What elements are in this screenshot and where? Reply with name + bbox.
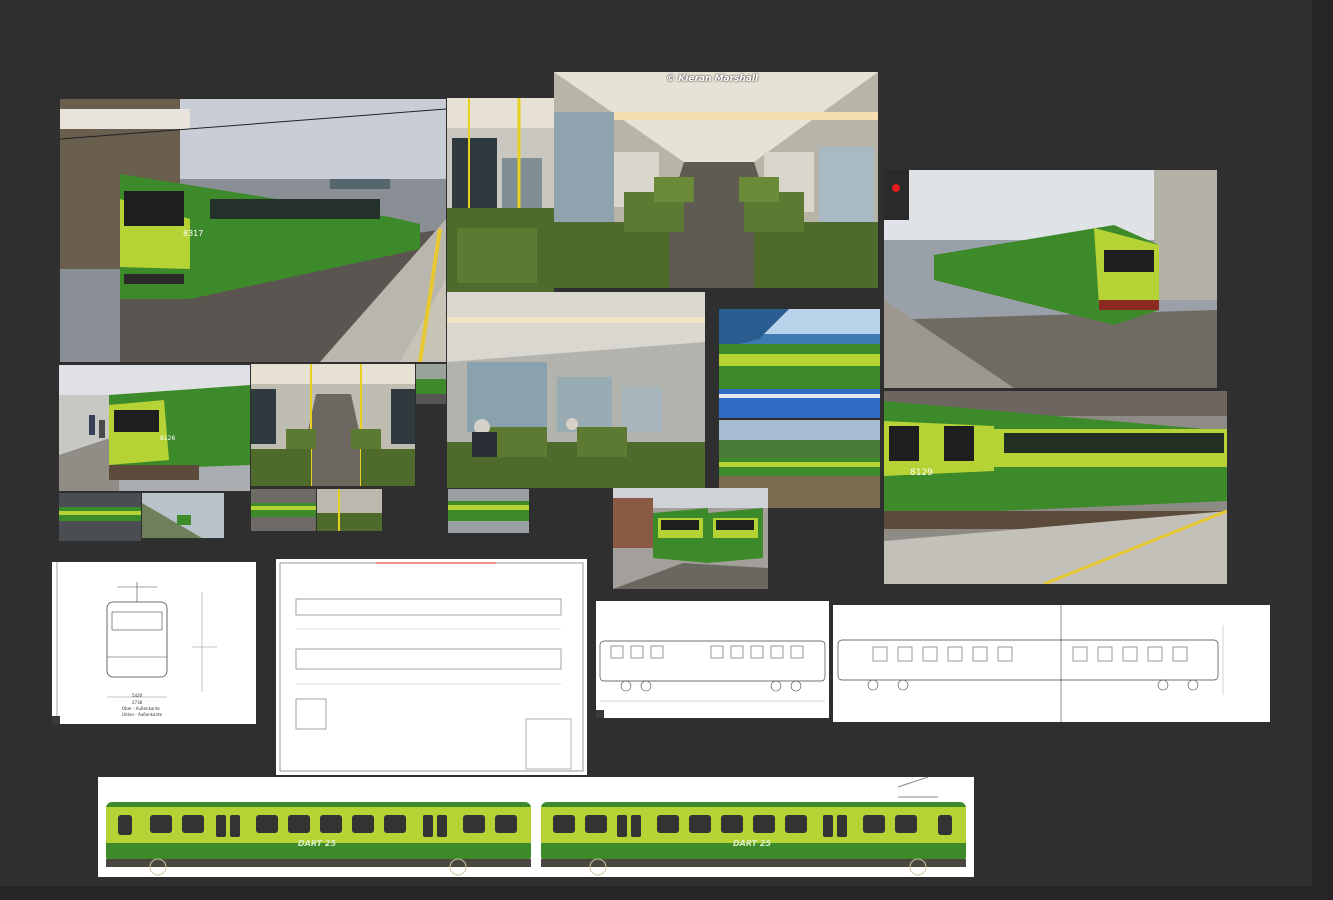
drawing-dimension-label: 2738 bbox=[132, 700, 143, 705]
photo-interior-passengers[interactable] bbox=[447, 292, 705, 488]
photo-thumb-platform[interactable] bbox=[251, 489, 316, 531]
photo-thumb-station[interactable] bbox=[59, 493, 141, 541]
drawing-note-label: Ober - Außenkante bbox=[122, 706, 160, 711]
unit-number-label: 8317 bbox=[183, 229, 204, 238]
livery-logo-text: DART 25 bbox=[298, 839, 337, 848]
resize-handle[interactable] bbox=[52, 716, 60, 724]
photo-credit: © Kieran Marshall bbox=[666, 74, 758, 84]
unit-number-label: 8129 bbox=[910, 468, 933, 478]
drawing-side-elevation-b[interactable] bbox=[833, 605, 1270, 722]
resize-handle[interactable] bbox=[596, 710, 604, 718]
photo-interior-aisle-left[interactable] bbox=[447, 98, 554, 293]
photo-train-8317-platform[interactable]: 8317 bbox=[60, 99, 446, 362]
drawing-dimension-label: 5420 bbox=[132, 693, 143, 698]
photo-train-modern-building[interactable] bbox=[719, 309, 880, 418]
moodboard-canvas[interactable]: 8317 © Kieran Marshall 8126 8129 5420 27… bbox=[0, 0, 1312, 886]
livery-logo-text: DART 25 bbox=[733, 839, 772, 848]
photo-thumb-train-side[interactable] bbox=[448, 489, 529, 533]
drawing-front-elevation[interactable]: 5420 2738 Ober - Außenkante Unten - Auße… bbox=[52, 562, 256, 724]
render-livery-side[interactable]: DART 25 DART 25 bbox=[98, 777, 974, 877]
drawing-note-label: Unten - Außenkante bbox=[122, 712, 163, 717]
photo-train-station-signal[interactable] bbox=[884, 170, 1217, 388]
photo-train-8126[interactable]: 8126 bbox=[59, 365, 250, 491]
vertical-scrollbar[interactable] bbox=[1312, 0, 1333, 900]
drawing-general-arrangement[interactable] bbox=[276, 559, 587, 775]
photo-interior-credited[interactable]: © Kieran Marshall bbox=[554, 72, 878, 288]
horizontal-scrollbar[interactable] bbox=[0, 886, 1312, 900]
unit-number-label: 8126 bbox=[160, 435, 176, 442]
photo-two-trains[interactable] bbox=[613, 488, 768, 589]
photo-interior-aisle-small[interactable] bbox=[251, 364, 415, 486]
drawing-side-elevation-a[interactable] bbox=[596, 601, 829, 718]
photo-thumb-tiny[interactable] bbox=[416, 364, 446, 404]
photo-thumb-coast[interactable] bbox=[142, 493, 224, 538]
photo-train-8129[interactable]: 8129 bbox=[884, 391, 1227, 584]
photo-thumb-interior[interactable] bbox=[317, 489, 382, 531]
